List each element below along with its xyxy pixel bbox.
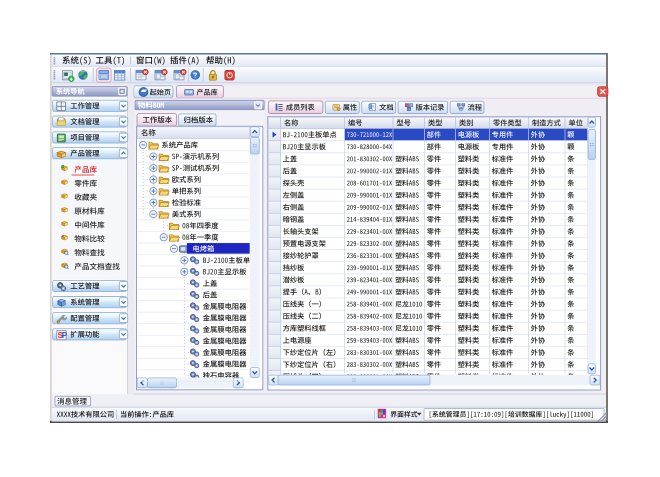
- svg-text:P: P: [62, 331, 68, 340]
- svg-text:?: ?: [193, 73, 197, 80]
